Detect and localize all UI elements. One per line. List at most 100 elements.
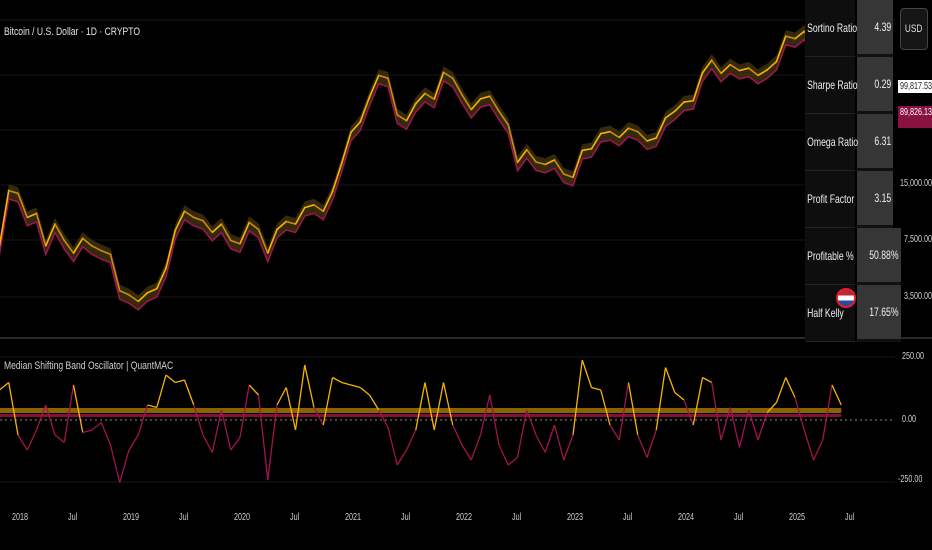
price-tick: 7,500.00 [904,234,932,245]
oscillator-segment [553,424,565,461]
price-segment [35,213,47,247]
oscillator-segment [0,381,10,391]
oscillator-segment [442,382,454,426]
price-segment [387,78,399,116]
price-tick: 15,000.00 [900,178,932,189]
oscillator-pane [0,359,895,483]
us-flag-icon [836,288,856,308]
oscillator-segment [54,434,65,444]
oscillator-segment [433,382,445,431]
oscillator-segment [581,359,593,388]
oscillator-segment [119,449,130,483]
oscillator-segment [156,374,167,408]
oscillator-segment [109,444,121,483]
oscillator-segment [516,409,528,458]
currency-button[interactable]: USD [900,8,928,50]
oscillator-segment [526,409,537,436]
oscillator-segment [609,424,620,441]
current-price-label: 99,817.53 [898,80,932,93]
time-tick: Jul [844,512,854,523]
oscillator-segment [674,391,685,401]
oscillator-segment [396,449,408,466]
oscillator-segment [535,434,546,453]
oscillator-segment [692,377,704,426]
oscillator-segment [304,364,315,408]
oscillator-segment [646,429,657,458]
time-tick: 2020 [234,512,251,523]
oscillator-segment [785,377,796,398]
stat-value: 3.15 [874,191,891,205]
oscillator-segment [257,394,269,481]
indicator-title: Median Shifting Band Oscillator | QuantM… [4,360,174,372]
time-tick: Jul [622,512,632,523]
oscillator-segment [82,429,93,434]
price-pane [0,25,833,311]
price-segment [165,230,177,269]
threshold-band [0,408,842,413]
stats-row-omega: Omega Ratio 6.31 [805,114,893,171]
price-segment [0,190,10,247]
oscillator-segment [831,384,842,406]
oscillator-segment [498,444,509,466]
osc-tick: 0.00 [902,414,917,425]
oscillator-segment [563,434,574,461]
oscillator-segment [147,404,157,409]
time-tick: 2022 [456,512,473,523]
oscillator-segment [591,386,601,391]
osc-tick: 250.00 [902,351,925,362]
stat-label: Sharpe Ratio [807,78,858,92]
lower-threshold-band [0,414,842,417]
osc-tick: -250.00 [898,474,923,485]
oscillator-segment [26,429,38,451]
oscillator-segment [276,387,287,406]
stat-value: 17.65% [869,305,899,319]
stat-value: 0.29 [874,77,891,91]
oscillator-segment [572,359,583,436]
oscillator-segment [100,422,112,446]
oscillator-segment [359,386,370,396]
stat-value: 50.88% [869,248,899,262]
oscillator-segment [544,424,556,453]
oscillator-segment [702,376,713,384]
oscillator-segment [175,379,185,384]
oscillator-segment [230,437,241,451]
oscillator-segment [202,434,213,453]
oscillator-segment [415,382,426,431]
oscillator-segment [91,421,102,431]
price-segment [507,124,519,163]
price-band [0,25,832,310]
oscillator-segment [664,367,676,393]
time-tick: 2021 [345,512,362,523]
stats-row-sharpe: Sharpe Ratio 0.29 [805,57,893,114]
stat-label: Profit Factor [807,192,855,206]
stats-row-profit-factor: Profit Factor 3.15 [805,171,893,228]
stat-label: Sortino Ratio [807,21,858,35]
oscillator-segment [332,376,343,384]
oscillator-segment [470,434,482,461]
time-tick: Jul [289,512,299,523]
chart-canvas[interactable] [0,0,932,550]
oscillator-segment [812,439,824,461]
oscillator-segment [507,456,518,466]
oscillator-segment [248,384,259,396]
time-tick: 2023 [567,512,584,523]
oscillator-segment [803,429,815,461]
stats-row-profitable: Profitable % 50.88% [805,228,901,285]
oscillator-segment [637,434,648,458]
time-tick: 2019 [123,512,140,523]
oscillator-segment [424,382,435,431]
oscillator-segment [341,381,352,386]
time-tick: Jul [178,512,188,523]
oscillator-segment [17,434,28,451]
stat-label: Profitable % [807,249,854,263]
stat-value: 4.39 [874,20,891,34]
time-tick: Jul [400,512,410,523]
oscillator-segment [183,379,195,406]
price-tick: 3,500.00 [904,291,932,302]
oscillator-segment [775,377,787,403]
time-tick: 2025 [789,512,806,523]
lower-band-line [0,38,833,311]
stat-label: Half Kelly [807,306,844,320]
chart-title: Bitcoin / U.S. Dollar · 1D · CRYPTO [4,26,141,38]
oscillator-segment [794,397,805,431]
